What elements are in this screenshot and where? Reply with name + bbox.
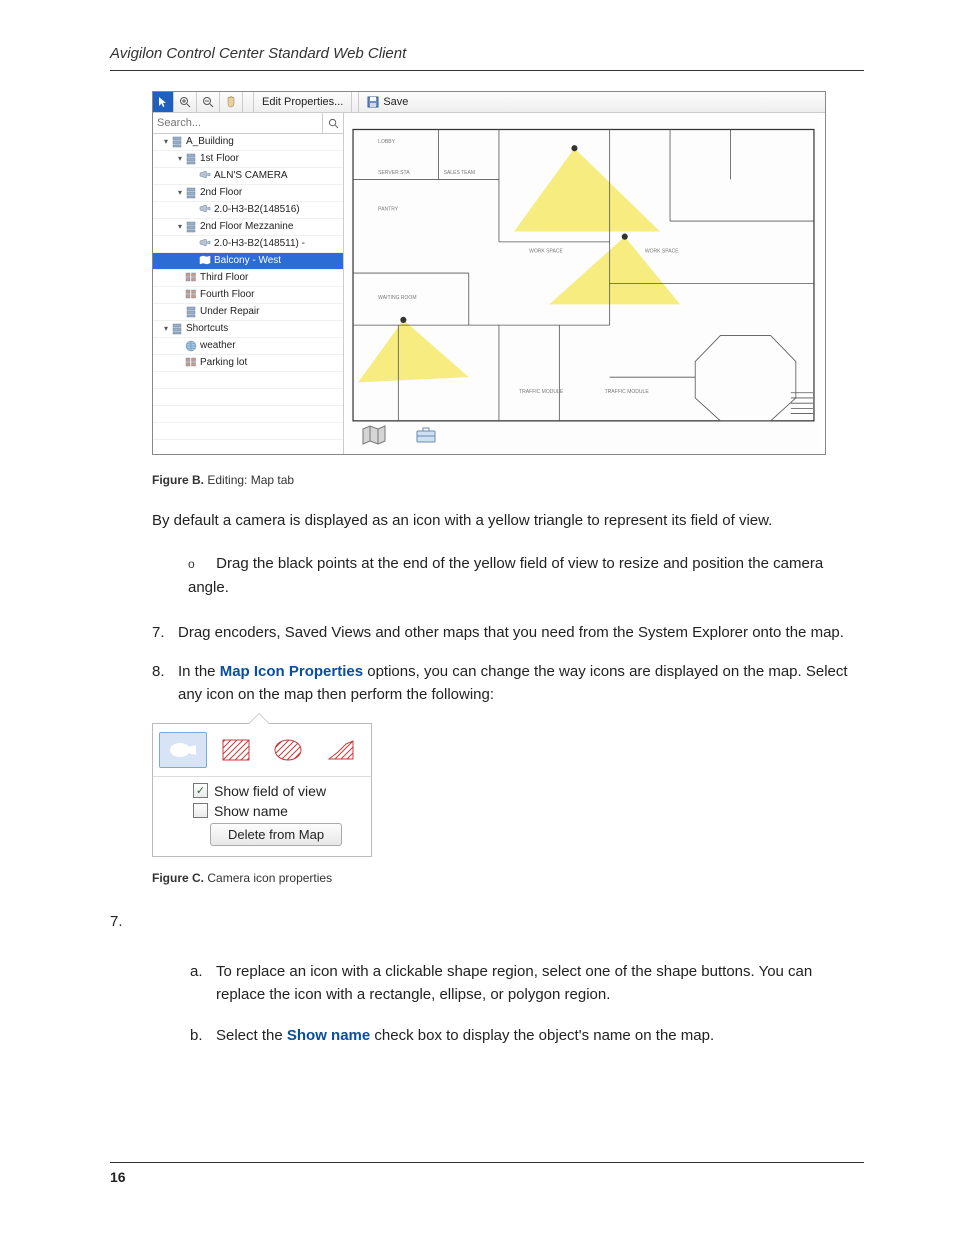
loose-number-7: 7.	[110, 913, 864, 930]
tree-item-label: 2nd Floor	[200, 185, 242, 201]
pointer-tool-button[interactable]	[153, 92, 174, 112]
rectangle-shape-button[interactable]	[212, 732, 260, 768]
tree-item[interactable]: ALN'S CAMERA	[153, 168, 343, 185]
server-icon	[185, 153, 197, 165]
map-icon	[199, 255, 211, 267]
page-footer: 16	[110, 1162, 864, 1185]
expander-icon: ▾	[161, 321, 171, 337]
tree-item-label: weather	[200, 338, 236, 354]
tree-item-label: 2.0-H3-B2(148516)	[214, 202, 300, 218]
bullet-drag-points: Drag the black points at the end of the …	[188, 555, 823, 595]
tree-item[interactable]: ▾ Shortcuts	[153, 321, 343, 338]
camera-icon	[199, 204, 211, 216]
tree-item[interactable]: ▾ 1st Floor	[153, 151, 343, 168]
paragraph-default-camera: By default a camera is displayed as an i…	[152, 509, 864, 532]
briefcase-icon[interactable]	[414, 424, 438, 446]
tree-item[interactable]: ▾ 2nd Floor	[153, 185, 343, 202]
popover-arrow	[248, 713, 270, 724]
save-button[interactable]: Save	[359, 92, 416, 112]
view-icon	[185, 289, 197, 301]
pan-tool-button[interactable]	[220, 92, 243, 112]
show-fov-label: Show field of view	[214, 783, 326, 799]
page-number: 16	[110, 1169, 126, 1185]
tree-item-label: A_Building	[186, 134, 234, 150]
letter-a-text: To replace an icon with a clickable shap…	[216, 960, 864, 1007]
tree-item-label: Fourth Floor	[200, 287, 254, 303]
tree-item[interactable]: Parking lot	[153, 355, 343, 372]
tree-item-label: Third Floor	[200, 270, 248, 286]
tree-item-label: Under Repair	[200, 304, 259, 320]
map-editor-screenshot: Edit Properties... Save ▾A_Building▾1st …	[152, 91, 826, 455]
tree-item[interactable]: ▾ A_Building	[153, 134, 343, 151]
tree-item[interactable]: Under Repair	[153, 304, 343, 321]
letter-b-text: Select the Show name check box to displa…	[216, 1024, 714, 1047]
expander-icon: ▾	[175, 185, 185, 201]
tree-item-label: ALN'S CAMERA	[214, 168, 288, 184]
view-icon	[185, 357, 197, 369]
show-fov-checkbox[interactable]: ✓	[193, 783, 208, 798]
show-name-checkbox[interactable]	[193, 803, 208, 818]
tree-view: ▾A_Building▾1st FloorALN'S CAMERA▾2nd Fl…	[153, 134, 343, 454]
system-explorer-panel: ▾A_Building▾1st FloorALN'S CAMERA▾2nd Fl…	[153, 113, 344, 454]
map-canvas[interactable]: LOBBY SERVER STA SALES TEAM PANTRY WORK …	[344, 113, 825, 454]
map-toolbar: Edit Properties... Save	[153, 92, 825, 113]
tree-item-label: 2.0-H3-B2(148511) -	[214, 236, 305, 252]
svg-text:WORK SPACE: WORK SPACE	[529, 248, 563, 254]
svg-text:LOBBY: LOBBY	[378, 139, 395, 145]
svg-text:WAITING ROOM: WAITING ROOM	[378, 295, 416, 301]
tree-item[interactable]: Balcony - West	[153, 253, 343, 270]
server-icon	[171, 323, 183, 335]
svg-text:TRAFFIC MODULE: TRAFFIC MODULE	[519, 389, 564, 395]
tree-item-label: Parking lot	[200, 355, 247, 371]
tree-item[interactable]: Third Floor	[153, 270, 343, 287]
svg-text:WORK SPACE: WORK SPACE	[645, 248, 679, 254]
page-header: Avigilon Control Center Standard Web Cli…	[110, 45, 864, 71]
tree-item[interactable]: weather	[153, 338, 343, 355]
letter-a-marker: a.	[190, 960, 216, 1007]
icon-properties-popover: ✓ Show field of view Show name Delete fr…	[152, 723, 372, 857]
step-8-number: 8.	[152, 660, 178, 707]
expander-icon: ▾	[161, 134, 171, 150]
figure-c-caption: Figure C. Camera icon properties	[152, 871, 864, 885]
search-input[interactable]	[153, 113, 322, 133]
svg-text:PANTRY: PANTRY	[378, 207, 398, 213]
step-7-text: Drag encoders, Saved Views and other map…	[178, 621, 844, 644]
tree-item[interactable]: ▾ 2nd Floor Mezzanine	[153, 219, 343, 236]
figure-b-caption: Figure B. Editing: Map tab	[152, 473, 864, 487]
search-icon[interactable]	[322, 113, 343, 133]
letter-b-marker: b.	[190, 1024, 216, 1047]
camera-icon	[199, 170, 211, 182]
ellipse-shape-button[interactable]	[264, 732, 312, 768]
tree-item[interactable]: 2.0-H3-B2(148516)	[153, 202, 343, 219]
tree-item-label: 2nd Floor Mezzanine	[200, 219, 293, 235]
tree-item-label: 1st Floor	[200, 151, 239, 167]
view-icon	[185, 272, 197, 284]
tree-item[interactable]: Fourth Floor	[153, 287, 343, 304]
server-icon	[171, 136, 183, 148]
tree-item-label: Shortcuts	[186, 321, 228, 337]
svg-text:SERVER STA: SERVER STA	[378, 170, 410, 176]
expander-icon: ▾	[175, 151, 185, 167]
step-8-text: In the Map Icon Properties options, you …	[178, 660, 864, 707]
camera-shape-button[interactable]	[159, 732, 207, 768]
web-icon	[185, 340, 197, 352]
svg-text:TRAFFIC MODULE: TRAFFIC MODULE	[605, 389, 650, 395]
expander-icon: ▾	[175, 219, 185, 235]
server-icon	[185, 306, 197, 318]
step-7-number: 7.	[152, 621, 178, 644]
zoom-in-button[interactable]	[174, 92, 197, 112]
tree-item-label: Balcony - West	[214, 253, 281, 269]
edit-properties-button[interactable]: Edit Properties...	[254, 92, 352, 112]
map-icon[interactable]	[362, 424, 386, 446]
server-icon	[185, 187, 197, 199]
svg-text:SALES TEAM: SALES TEAM	[444, 170, 475, 176]
server-icon	[185, 221, 197, 233]
zoom-out-button[interactable]	[197, 92, 220, 112]
show-name-label: Show name	[214, 803, 288, 819]
delete-from-map-button[interactable]: Delete from Map	[210, 823, 342, 846]
bullet-marker: o	[188, 555, 212, 574]
tree-item[interactable]: 2.0-H3-B2(148511) -	[153, 236, 343, 253]
camera-icon	[199, 238, 211, 250]
polygon-shape-button[interactable]	[317, 732, 365, 768]
